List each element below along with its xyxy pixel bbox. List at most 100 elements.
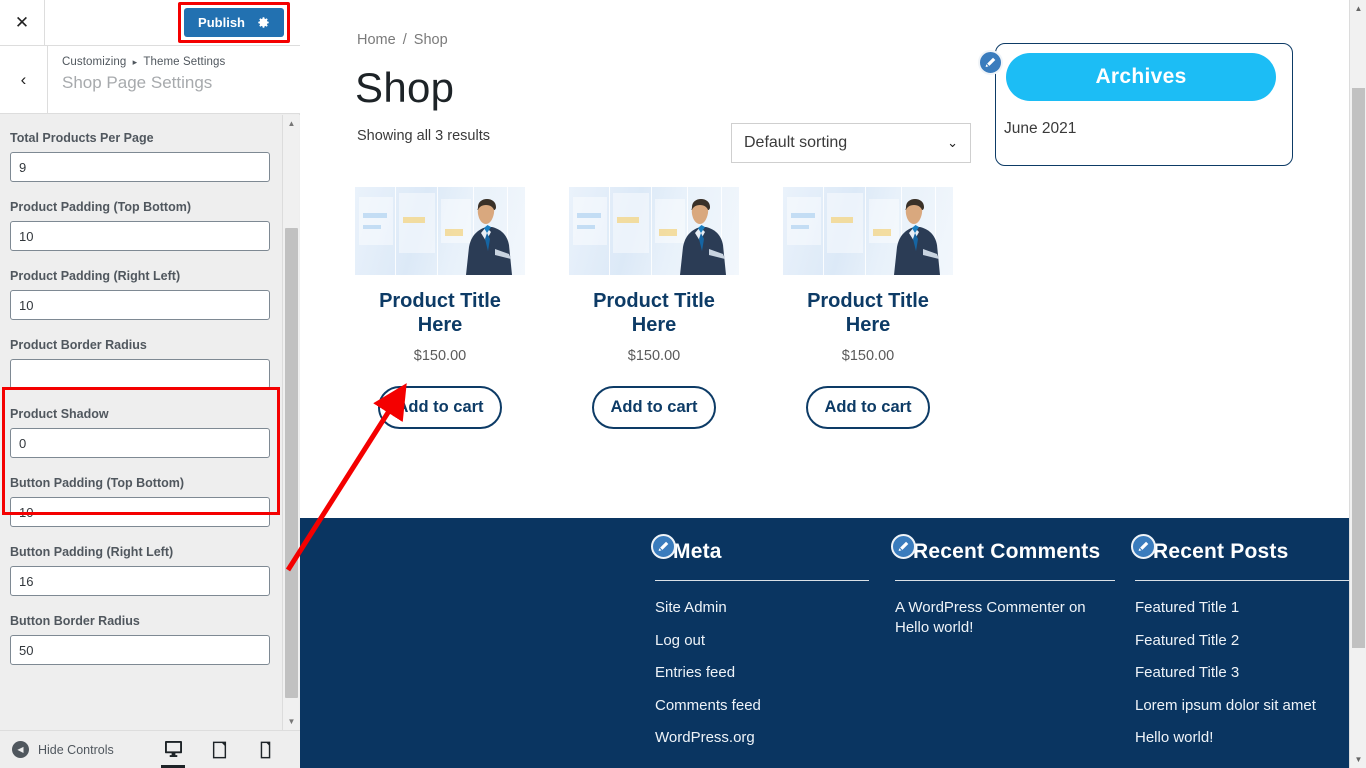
pencil-icon	[985, 57, 996, 68]
product-card[interactable]: Product Title Here $150.00 Add to cart	[569, 187, 739, 429]
field-product-padding-right-left: Product Padding (Right Left)	[10, 269, 272, 320]
device-mobile-button[interactable]	[252, 735, 278, 765]
footer-link[interactable]: WordPress.org	[655, 728, 869, 748]
breadcrumb-root[interactable]: Customizing	[62, 56, 126, 68]
breadcrumb: Customizing ▸ Theme Settings	[62, 56, 225, 68]
add-to-cart-button[interactable]: Add to cart	[378, 385, 502, 429]
add-to-cart-button[interactable]: Add to cart	[592, 385, 716, 429]
back-button[interactable]: ‹	[0, 46, 48, 113]
scroll-down-icon[interactable]: ▼	[283, 713, 300, 730]
breadcrumb-current: Shop	[413, 32, 448, 48]
page-title: Shop	[355, 64, 455, 111]
field-label: Product Border Radius	[10, 338, 147, 352]
breadcrumb-home-link[interactable]: Home	[357, 32, 396, 48]
archives-widget-title: Archives	[1006, 53, 1276, 101]
footer-link[interactable]: A WordPress Commenter on Hello world!	[895, 598, 1115, 637]
scroll-up-icon[interactable]: ▲	[283, 115, 300, 132]
edit-recent-comments-widget-icon[interactable]	[891, 534, 916, 559]
collapse-icon: ◀	[12, 741, 29, 758]
field-total-products-per-page: Total Products Per Page	[10, 131, 272, 182]
field-button-padding-right-left: Button Padding (Right Left)	[10, 545, 272, 596]
footer-link[interactable]: Log out	[655, 631, 869, 651]
product-price: $150.00	[841, 347, 895, 364]
footer-link[interactable]: Hello world!	[1135, 728, 1349, 748]
pencil-icon	[658, 541, 669, 552]
gear-icon[interactable]	[257, 16, 270, 29]
field-button-padding-top-bottom: Button Padding (Top Bottom)	[10, 476, 272, 527]
site-preview-frame: Home / Shop Shop Showing all 3 results D…	[300, 0, 1349, 768]
footer-link[interactable]: Lorem ipsum dolor sit amet	[1135, 696, 1349, 716]
input-product-padding-right-left[interactable]	[10, 290, 270, 320]
scrollbar-thumb[interactable]	[285, 228, 298, 698]
footer-widget-list: Featured Title 1 Featured Title 2 Featured…	[1135, 598, 1349, 748]
product-image[interactable]	[355, 187, 525, 275]
sorting-select[interactable]: Default sorting ⌄	[731, 123, 971, 163]
preview-content: Home / Shop Shop Showing all 3 results D…	[300, 0, 1349, 768]
sidebar-scrollbar[interactable]: ▲ ▼	[282, 115, 299, 730]
close-customizer-button[interactable]: ✕	[0, 0, 45, 45]
edit-archives-widget-icon[interactable]	[978, 50, 1003, 75]
publish-label: Publish	[198, 15, 245, 30]
edit-recent-posts-widget-icon[interactable]	[1131, 534, 1156, 559]
product-card[interactable]: Product Title Here $150.00 Add to cart	[783, 187, 953, 429]
archives-item[interactable]: June 2021	[1004, 120, 1076, 138]
input-product-border-radius[interactable]	[10, 359, 270, 389]
sorting-selected-value: Default sorting	[744, 134, 848, 151]
footer-link[interactable]: Featured Title 1	[1135, 598, 1349, 618]
field-label: Button Padding (Right Left)	[10, 545, 174, 559]
product-title[interactable]: Product Title Here	[355, 289, 525, 338]
breadcrumb-slash: /	[402, 32, 407, 48]
hide-controls-button[interactable]: ◀ Hide Controls	[12, 741, 114, 758]
screen: ✕ Publish ‹ Customizing ▸ Theme Settings…	[0, 0, 1366, 768]
footer-link[interactable]: Featured Title 2	[1135, 631, 1349, 651]
section-titles: Customizing ▸ Theme Settings Shop Page S…	[48, 46, 225, 113]
shop-breadcrumb: Home / Shop	[357, 32, 448, 48]
product-card[interactable]: Product Title Here $150.00 Add to cart	[355, 187, 525, 429]
page-scrollbar-thumb[interactable]	[1352, 88, 1365, 648]
page-scroll-up-icon[interactable]: ▲	[1350, 0, 1366, 17]
product-photo-subject	[680, 199, 726, 275]
footer-widget-meta: Meta Site Admin Log out Entries feed Commen…	[651, 534, 869, 761]
customizer-fields: Total Products Per Page Product Padding (…	[0, 115, 282, 681]
footer-link[interactable]: Site Admin	[655, 598, 869, 618]
input-button-padding-top-bottom[interactable]	[10, 497, 270, 527]
edit-meta-widget-icon[interactable]	[651, 534, 676, 559]
results-count: Showing all 3 results	[357, 128, 490, 144]
footer-widget-recent-posts: Recent Posts Featured Title 1 Featured Ti…	[1131, 534, 1349, 761]
field-label: Button Border Radius	[10, 614, 140, 628]
page-scroll-down-icon[interactable]: ▼	[1350, 751, 1366, 768]
input-button-padding-right-left[interactable]	[10, 566, 270, 596]
field-label: Product Shadow	[10, 407, 109, 421]
input-total-products-per-page[interactable]	[10, 152, 270, 182]
pencil-icon	[898, 541, 909, 552]
footer-widget-list: Site Admin Log out Entries feed Comments fe…	[655, 598, 869, 748]
field-label: Total Products Per Page	[10, 131, 154, 145]
field-label: Product Padding (Top Bottom)	[10, 200, 191, 214]
add-to-cart-button[interactable]: Add to cart	[806, 385, 930, 429]
input-button-border-radius[interactable]	[10, 635, 270, 665]
footer-link[interactable]: Featured Title 3	[1135, 663, 1349, 683]
publish-button[interactable]: Publish	[184, 8, 284, 37]
product-image[interactable]	[569, 187, 739, 275]
device-desktop-button[interactable]	[160, 735, 186, 768]
customizer-controls-scroll: Total Products Per Page Product Padding (…	[0, 115, 300, 730]
input-product-padding-top-bottom[interactable]	[10, 221, 270, 251]
footer-link[interactable]: Comments feed	[655, 696, 869, 716]
page-scrollbar[interactable]: ▲ ▼	[1349, 0, 1366, 768]
device-preview-switcher	[160, 735, 278, 768]
product-grid: Product Title Here $150.00 Add to cart Prod…	[355, 187, 953, 429]
chevron-down-icon: ⌄	[947, 135, 958, 150]
input-product-shadow[interactable]	[10, 428, 270, 458]
product-title[interactable]: Product Title Here	[569, 289, 739, 338]
mobile-icon	[260, 741, 270, 758]
product-photo-subject	[894, 199, 940, 275]
breadcrumb-parent[interactable]: Theme Settings	[143, 56, 225, 68]
device-tablet-button[interactable]	[206, 735, 232, 765]
pencil-icon	[1138, 541, 1149, 552]
product-price: $150.00	[413, 347, 467, 364]
product-title[interactable]: Product Title Here	[783, 289, 953, 338]
product-image[interactable]	[783, 187, 953, 275]
hide-controls-label: Hide Controls	[38, 742, 114, 757]
customizer-section-header: ‹ Customizing ▸ Theme Settings Shop Page…	[0, 46, 300, 114]
footer-link[interactable]: Entries feed	[655, 663, 869, 683]
